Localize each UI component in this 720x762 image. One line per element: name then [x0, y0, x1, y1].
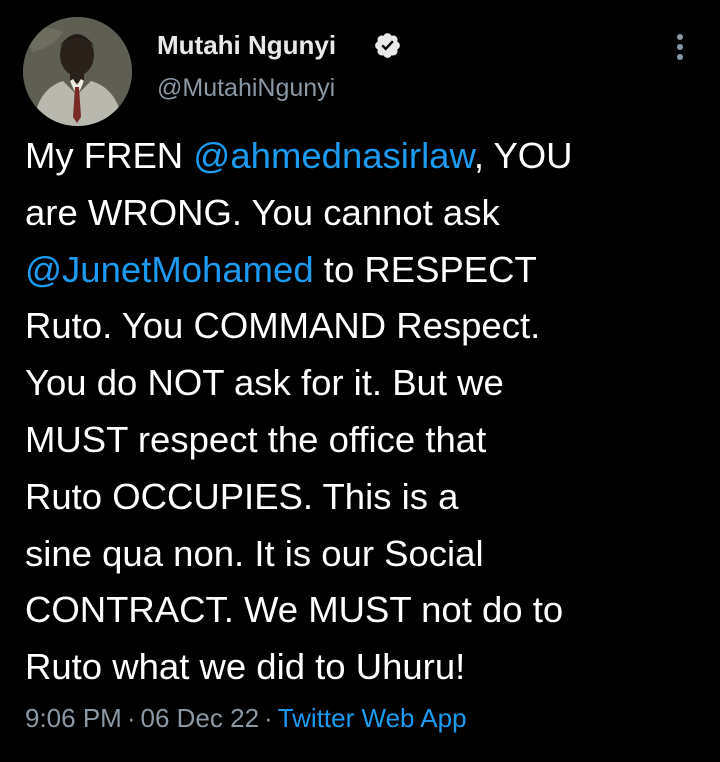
tweet-text: My FREN @ahmednasirlaw, YOU are WRONG. Y… — [25, 128, 705, 696]
verified-badge-icon — [375, 33, 400, 58]
more-options-icon[interactable] — [666, 30, 694, 64]
tweet-line: Ruto. You COMMAND Respect. — [25, 305, 541, 347]
meta-separator: · — [264, 703, 273, 733]
tweet-line: My FREN @ahmednasirlaw, YOU — [25, 128, 705, 185]
mention-link[interactable]: @JunetMohamed — [25, 249, 314, 290]
tweet-text-segment: My FREN — [25, 135, 194, 176]
tweet-line: sine qua non. It is our Social — [25, 532, 484, 574]
mention-link[interactable]: @ahmednasirlaw — [193, 135, 474, 176]
tweet-meta: 9:06 PM · 06 Dec 22 · Twitter Web App — [25, 703, 467, 734]
tweet-time[interactable]: 9:06 PM — [25, 703, 122, 733]
tweet-line: You do NOT ask for it. But we — [25, 362, 504, 404]
author-display-name[interactable]: Mutahi Ngunyi — [157, 30, 336, 61]
meta-separator: · — [126, 703, 136, 733]
tweet: Mutahi Ngunyi @MutahiNgunyi My FREN @ahm… — [0, 0, 720, 762]
tweet-date[interactable]: 06 Dec 22 — [141, 703, 260, 733]
tweet-source-link[interactable]: Twitter Web App — [278, 703, 467, 733]
tweet-line: CONTRACT. We MUST not do to — [25, 589, 564, 631]
tweet-line: are WRONG. You cannot ask — [25, 191, 500, 233]
tweet-line: MUST respect the office that — [25, 418, 487, 460]
tweet-line: Ruto what we did to Uhuru! — [25, 646, 466, 688]
avatar[interactable] — [23, 17, 132, 126]
tweet-text-segment: , YOU — [473, 135, 573, 176]
author-handle[interactable]: @MutahiNgunyi — [157, 74, 335, 103]
tweet-line: @JunetMohamed to RESPECT — [25, 242, 705, 299]
tweet-text-segment: to RESPECT — [313, 248, 537, 290]
tweet-line: Ruto OCCUPIES. This is a — [25, 475, 459, 517]
